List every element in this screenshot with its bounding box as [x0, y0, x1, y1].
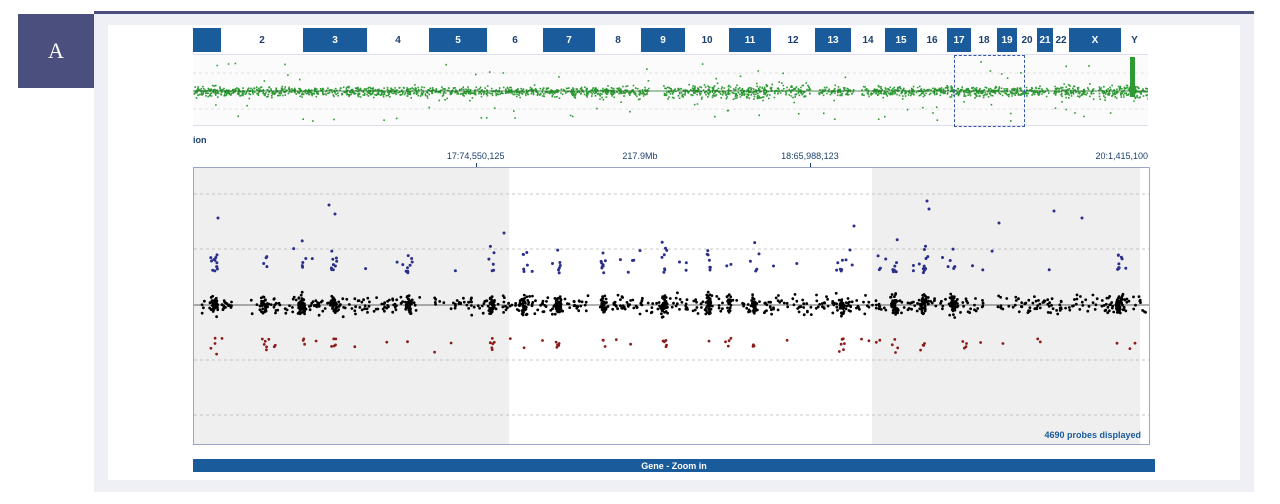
ruler-tick-label: 18:65,988,123: [781, 151, 839, 161]
chromosome-tab-8[interactable]: 8: [595, 28, 641, 52]
chromosome-selector[interactable]: 2 3 4 5 6 7 8 9 10 11 12 13 14 15 16 17 18 19 20 21 22 X Y: [193, 28, 1148, 52]
chromosome-tab-13[interactable]: 13: [815, 28, 851, 52]
chromosome-tab-21[interactable]: 21: [1037, 28, 1053, 52]
ruler-tick-label: 17:74,550,125: [446, 151, 505, 161]
chromosome-tab-18[interactable]: 18: [971, 28, 997, 52]
chromosome-tab-16[interactable]: 16: [917, 28, 947, 52]
gene-zoom-button[interactable]: Gene - Zoom in: [193, 459, 1155, 472]
chromosome-tab-10[interactable]: 10: [685, 28, 729, 52]
chromosome-tab-5[interactable]: 5: [429, 28, 487, 52]
figure-panel: A 2 3 4 5 6 7 8 9 10 11 12 13 14 15 16 17 18 19 20 21 22 X Y i…: [0, 0, 1280, 504]
chromosome-tab-4[interactable]: 4: [367, 28, 429, 52]
gene-zoom-label: Gene - Zoom in: [641, 460, 707, 471]
coordinate-ruler: 17:74,550,125 217.9Mb 18:65,988,123 20:1,41…: [193, 145, 1148, 167]
chromosome-tab-6[interactable]: 6: [487, 28, 543, 52]
chromosome-tab-X[interactable]: X: [1069, 28, 1121, 52]
chromosome-tab-20[interactable]: 20: [1017, 28, 1037, 52]
section-label: ion: [193, 135, 207, 145]
chromosome-tab-9[interactable]: 9: [641, 28, 685, 52]
ruler-tick-label: 217.9Mb: [622, 151, 658, 161]
figure-label: A: [18, 14, 94, 88]
chromosome-tab-11[interactable]: 11: [729, 28, 771, 52]
zoom-plot[interactable]: 4690 probes displayed: [193, 167, 1150, 445]
chromosome-tab-19[interactable]: 19: [997, 28, 1017, 52]
probes-count: 4690 probes displayed: [1044, 430, 1141, 440]
ruler-tick-label: 20:1,415,100: [1095, 151, 1148, 161]
zoom-scatter-svg: [194, 168, 1149, 444]
chromosome-tab-Y[interactable]: Y: [1121, 28, 1148, 52]
chromosome-tab-3[interactable]: 3: [303, 28, 367, 52]
chromosome-tab-first[interactable]: [193, 28, 221, 52]
chromosome-tab-14[interactable]: 14: [851, 28, 885, 52]
chromosome-tab-2[interactable]: 2: [221, 28, 303, 52]
chromosome-tab-7[interactable]: 7: [543, 28, 595, 52]
chromosome-tab-22[interactable]: 22: [1053, 28, 1069, 52]
overview-selection-box[interactable]: [954, 55, 1025, 127]
chromosome-tab-17[interactable]: 17: [947, 28, 971, 52]
chromosome-tab-15[interactable]: 15: [885, 28, 917, 52]
chromosome-tab-12[interactable]: 12: [771, 28, 815, 52]
